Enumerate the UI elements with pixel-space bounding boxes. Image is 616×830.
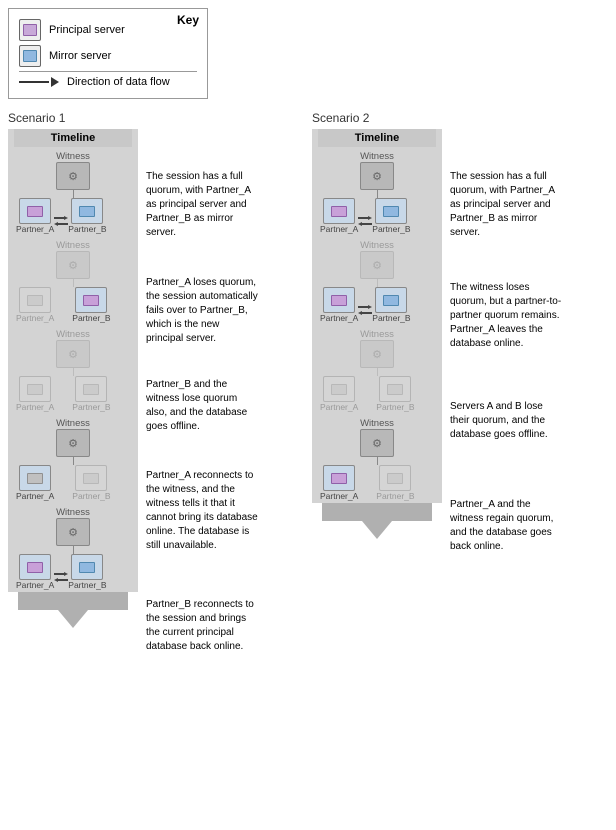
scenario1-step4: Witness ⚙ Partner_A: [14, 414, 132, 503]
scenario2-desc2: The witness loses quorum, but a partner-…: [442, 261, 567, 371]
scenario2-arrow: [312, 503, 442, 539]
key-item-principal: Principal server: [19, 19, 197, 41]
witness-tree-s1-1: Witness ⚙: [16, 151, 130, 198]
partner-a-s1-2: [19, 287, 51, 313]
flow-label: Direction of data flow: [67, 76, 170, 88]
principal-icon: [19, 19, 41, 41]
partner-a-s1-5: [19, 554, 51, 580]
key-item-mirror: Mirror server: [19, 45, 197, 67]
scenario2-desc3: Servers A and B lose their quorum, and t…: [442, 371, 567, 471]
partner-a-s1-4: [19, 465, 51, 491]
mirror-icon: [19, 45, 41, 67]
scenario2-desc1: The session has a full quorum, with Part…: [442, 149, 567, 261]
scenarios-layout: Scenario 1 Timeline Witness ⚙: [8, 111, 608, 681]
partner-a-s1-1: [19, 198, 51, 224]
key-box: Key Principal server Mirror server Direc…: [8, 8, 208, 99]
scenario1-col: Scenario 1 Timeline Witness ⚙: [8, 111, 304, 681]
scenario2-col: Scenario 2 Timeline Witness ⚙: [312, 111, 608, 681]
scenario1-step5: Witness ⚙ Partner_A: [14, 503, 132, 592]
witness-icon-s1-3: ⚙: [56, 340, 90, 368]
scenario1-step2: Witness ⚙ Partner_A: [14, 236, 132, 325]
scenario1-desc3: Partner_B and the witness lose quorum al…: [138, 361, 263, 451]
witness-icon-s1-2: ⚙: [56, 251, 90, 279]
partner-b-s1-1: [71, 198, 103, 224]
scenario2-timeline-title: Timeline: [318, 129, 436, 147]
scenario2-step1: Witness ⚙ Partner_A: [318, 147, 436, 236]
scenario1-desc5: Partner_B reconnects to the session and …: [138, 571, 263, 681]
scenario1-step3: Witness ⚙ Partner_A: [14, 325, 132, 414]
scenario2-timeline: Timeline Witness ⚙: [312, 129, 442, 503]
partner-b-s1-4: [75, 465, 107, 491]
witness-tree-s1-5: Witness ⚙: [16, 507, 130, 554]
scenario1-timeline: Timeline Witness ⚙: [8, 129, 138, 592]
scenario1-desc4: Partner_A reconnects to the witness, and…: [138, 451, 263, 571]
witness-tree-s1-2: Witness ⚙: [16, 240, 130, 287]
scenario2-descriptions: The session has a full quorum, with Part…: [442, 129, 567, 581]
witness-tree-s1-4: Witness ⚙: [16, 418, 130, 465]
scenario1-desc1: The session has a full quorum, with Part…: [138, 149, 263, 261]
scenario1-step1: Witness ⚙ Partner_A: [14, 147, 132, 236]
witness-icon-s1-4: ⚙: [56, 429, 90, 457]
scenario2-step2: Witness ⚙ Partner_A: [318, 236, 436, 325]
mirror-label: Mirror server: [49, 50, 111, 62]
scenario1-descriptions: The session has a full quorum, with Part…: [138, 129, 263, 681]
flow-arrow: [19, 77, 59, 87]
partner-a-s1-3: [19, 376, 51, 402]
scenario1-label: Scenario 1: [8, 111, 304, 125]
scenario2-step3: Witness ⚙ Partner_A: [318, 325, 436, 414]
key-title: Key: [177, 13, 199, 27]
scenario1-arrow: [8, 592, 138, 628]
scenario1-desc2: Partner_A loses quorum, the session auto…: [138, 261, 263, 361]
scenario1-timeline-title: Timeline: [14, 129, 132, 147]
partner-b-s1-5: [71, 554, 103, 580]
principal-label: Principal server: [49, 24, 125, 36]
partner-b-s1-3: [75, 376, 107, 402]
scenario2-step4: Witness ⚙ Partner_A: [318, 414, 436, 503]
witness-icon-s1-5: ⚙: [56, 518, 90, 546]
scenario2-desc4: Partner_A and the witness regain quorum,…: [442, 471, 567, 581]
scenario2-label: Scenario 2: [312, 111, 608, 125]
witness-tree-s1-3: Witness ⚙: [16, 329, 130, 376]
key-item-flow: Direction of data flow: [19, 76, 197, 88]
witness-icon-s1-1: ⚙: [56, 162, 90, 190]
partner-b-s1-2: [75, 287, 107, 313]
